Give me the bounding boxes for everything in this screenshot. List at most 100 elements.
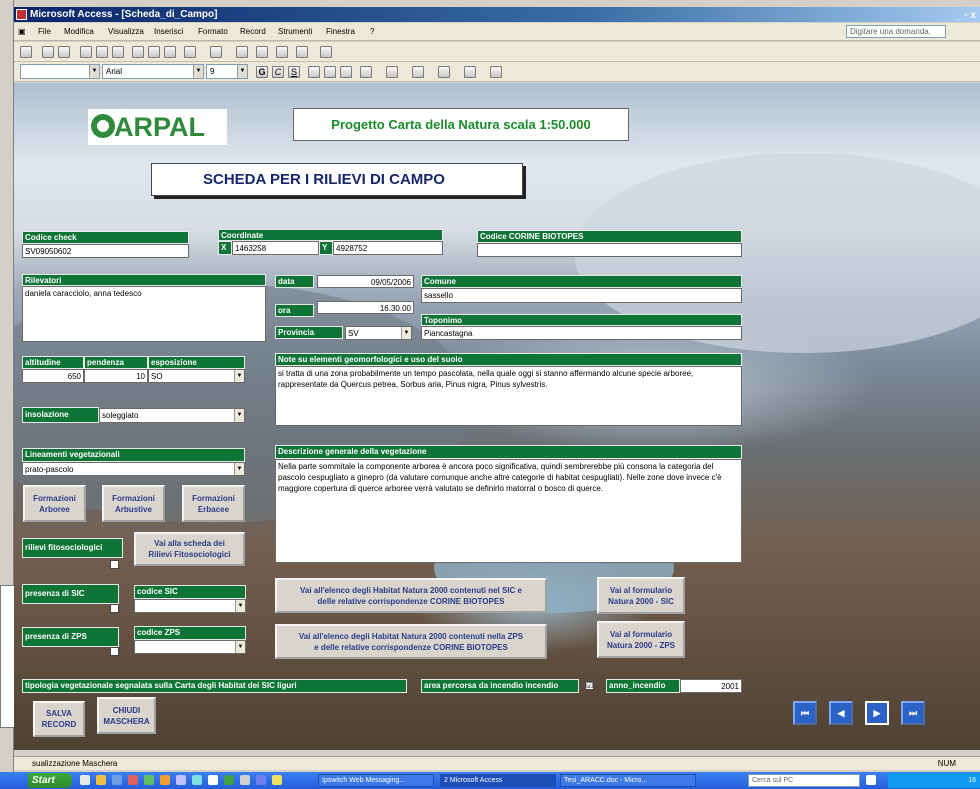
- help-search-input[interactable]: Digitare una domanda.: [846, 25, 946, 38]
- quicklaunch-icon[interactable]: [176, 775, 186, 785]
- menu-visualizza[interactable]: Visualizza: [108, 27, 144, 36]
- esposizione-select[interactable]: SO ▼: [148, 369, 245, 383]
- chevron-down-icon[interactable]: ▼: [234, 463, 244, 475]
- next-record-icon[interactable]: ▶: [865, 701, 889, 725]
- print-icon[interactable]: [80, 46, 92, 58]
- chevron-down-icon[interactable]: ▼: [234, 370, 244, 382]
- chevron-down-icon[interactable]: ▼: [89, 65, 99, 78]
- bold-icon[interactable]: G: [256, 66, 268, 78]
- menu-formato[interactable]: Formato: [198, 27, 228, 36]
- save-icon[interactable]: [42, 46, 54, 58]
- new-object-icon[interactable]: [296, 46, 308, 58]
- italic-icon[interactable]: C: [272, 66, 284, 78]
- formulario-sic-button[interactable]: Vai al formulario Natura 2000 - SIC: [597, 577, 685, 614]
- chevron-down-icon[interactable]: ▼: [235, 600, 245, 612]
- altitudine-field[interactable]: 650: [22, 369, 84, 383]
- quicklaunch-icon[interactable]: [144, 775, 154, 785]
- link-icon[interactable]: [236, 46, 248, 58]
- quicklaunch-icon[interactable]: [192, 775, 202, 785]
- search-icon[interactable]: [58, 46, 70, 58]
- line-color-icon[interactable]: [412, 66, 424, 78]
- y-field[interactable]: 4928752: [333, 241, 443, 255]
- pendenza-field[interactable]: 10: [84, 369, 148, 383]
- line-width-icon[interactable]: [438, 66, 450, 78]
- quicklaunch-icon[interactable]: [112, 775, 122, 785]
- special-effect-icon[interactable]: [490, 66, 502, 78]
- rilevatori-field[interactable]: daniela caracciolo, anna tedesco: [22, 286, 266, 342]
- align-left-icon[interactable]: [308, 66, 320, 78]
- descrizione-field[interactable]: Nella parte sommitale la componente arbo…: [275, 459, 742, 563]
- menu-strumenti[interactable]: Strumenti: [278, 27, 312, 36]
- lineamenti-select[interactable]: prato-pascolo ▼: [22, 462, 245, 476]
- border-icon[interactable]: [464, 66, 476, 78]
- spellcheck-icon[interactable]: [112, 46, 124, 58]
- presenza-sic-checkbox[interactable]: [110, 604, 119, 613]
- tipologia-label[interactable]: tipologia vegetazionale segnalata sulla …: [22, 679, 407, 693]
- font-combo[interactable]: Arial ▼: [102, 64, 204, 79]
- formazioni-erbacee-button[interactable]: Formazioni Erbacee: [182, 485, 245, 522]
- last-record-icon[interactable]: ⏭: [901, 701, 925, 725]
- x-field[interactable]: 1463258: [232, 241, 319, 255]
- align-right-icon[interactable]: [340, 66, 352, 78]
- taskbar-item-word[interactable]: Tesi_ARACC.doc - Micro...: [560, 774, 696, 787]
- fill-color-icon[interactable]: [360, 66, 372, 78]
- provincia-select[interactable]: SV ▼: [345, 326, 412, 340]
- chevron-down-icon[interactable]: ▼: [193, 65, 203, 78]
- preview-icon[interactable]: [96, 46, 108, 58]
- taskbar-search-input[interactable]: Cerca sul PC: [748, 774, 860, 787]
- rilievi-checkbox[interactable]: [110, 560, 119, 569]
- object-combo[interactable]: ▼: [20, 64, 100, 79]
- quicklaunch-icon[interactable]: [272, 775, 282, 785]
- formazioni-arboree-button[interactable]: Formazioni Arboree: [23, 485, 86, 522]
- chevron-down-icon[interactable]: ▼: [235, 641, 245, 653]
- chevron-down-icon[interactable]: ▼: [234, 409, 244, 422]
- quicklaunch-icon[interactable]: [224, 775, 234, 785]
- taskbar-item-ipswitch[interactable]: Ipswitch Web Messaging...: [318, 774, 434, 787]
- quicklaunch-icon[interactable]: [256, 775, 266, 785]
- properties-icon[interactable]: [256, 46, 268, 58]
- anno-incendio-field[interactable]: 2001: [680, 679, 742, 693]
- menu-help[interactable]: ?: [370, 27, 374, 36]
- quicklaunch-icon[interactable]: [96, 775, 106, 785]
- menu-finestra[interactable]: Finestra: [326, 27, 355, 36]
- menu-record[interactable]: Record: [240, 27, 266, 36]
- redo-icon[interactable]: [210, 46, 222, 58]
- database-icon[interactable]: [276, 46, 288, 58]
- chiudi-maschera-button[interactable]: CHIUDI MASCHERA: [97, 697, 156, 734]
- menu-file[interactable]: File: [38, 27, 51, 36]
- help-icon[interactable]: [320, 46, 332, 58]
- formulario-zps-button[interactable]: Vai al formulario Natura 2000 - ZPS: [597, 621, 685, 658]
- menu-modifica[interactable]: Modifica: [64, 27, 94, 36]
- quicklaunch-icon[interactable]: [208, 775, 218, 785]
- quicklaunch-icon[interactable]: [160, 775, 170, 785]
- quicklaunch-icon[interactable]: [240, 775, 250, 785]
- vai-rilievi-button[interactable]: Vai alla scheda dei Rilievi Fitosociolog…: [134, 532, 245, 566]
- taskbar-item-access[interactable]: 2 Microsoft Access: [440, 774, 556, 787]
- habitat-zps-button[interactable]: Vai all'elenco degli Habitat Natura 2000…: [275, 624, 547, 659]
- corine-field[interactable]: [477, 243, 742, 257]
- chevron-down-icon[interactable]: ▼: [237, 65, 247, 78]
- start-button[interactable]: Start: [28, 773, 72, 788]
- salva-record-button[interactable]: SALVA RECORD: [33, 701, 85, 737]
- window-titlebar[interactable]: Microsoft Access - [Scheda_di_Campo] _ ▫…: [14, 7, 980, 22]
- copy-icon[interactable]: [148, 46, 160, 58]
- formazioni-arbustive-button[interactable]: Formazioni Arbustive: [102, 485, 165, 522]
- codice-zps-select[interactable]: ▼: [134, 640, 246, 654]
- prev-record-icon[interactable]: ◀: [829, 701, 853, 725]
- undo-icon[interactable]: [184, 46, 196, 58]
- habitat-sic-button[interactable]: Vai all'elenco degli Habitat Natura 2000…: [275, 578, 547, 613]
- presenza-zps-checkbox[interactable]: [110, 647, 119, 656]
- search-icon[interactable]: [866, 775, 876, 785]
- cut-icon[interactable]: [132, 46, 144, 58]
- data-field[interactable]: 09/05/2006: [317, 275, 414, 288]
- codice-check-field[interactable]: SV09050602: [22, 244, 189, 258]
- toponimo-field[interactable]: Piancastagna: [421, 326, 742, 340]
- incendio-checkbox[interactable]: ☑: [585, 681, 594, 690]
- align-center-icon[interactable]: [324, 66, 336, 78]
- chevron-down-icon[interactable]: ▼: [401, 327, 411, 339]
- menu-inserisci[interactable]: Inserisci: [154, 27, 183, 36]
- view-icon[interactable]: [20, 46, 32, 58]
- ora-field[interactable]: 16.30.00: [317, 301, 414, 314]
- size-combo[interactable]: 9 ▼: [206, 64, 248, 79]
- font-color-icon[interactable]: [386, 66, 398, 78]
